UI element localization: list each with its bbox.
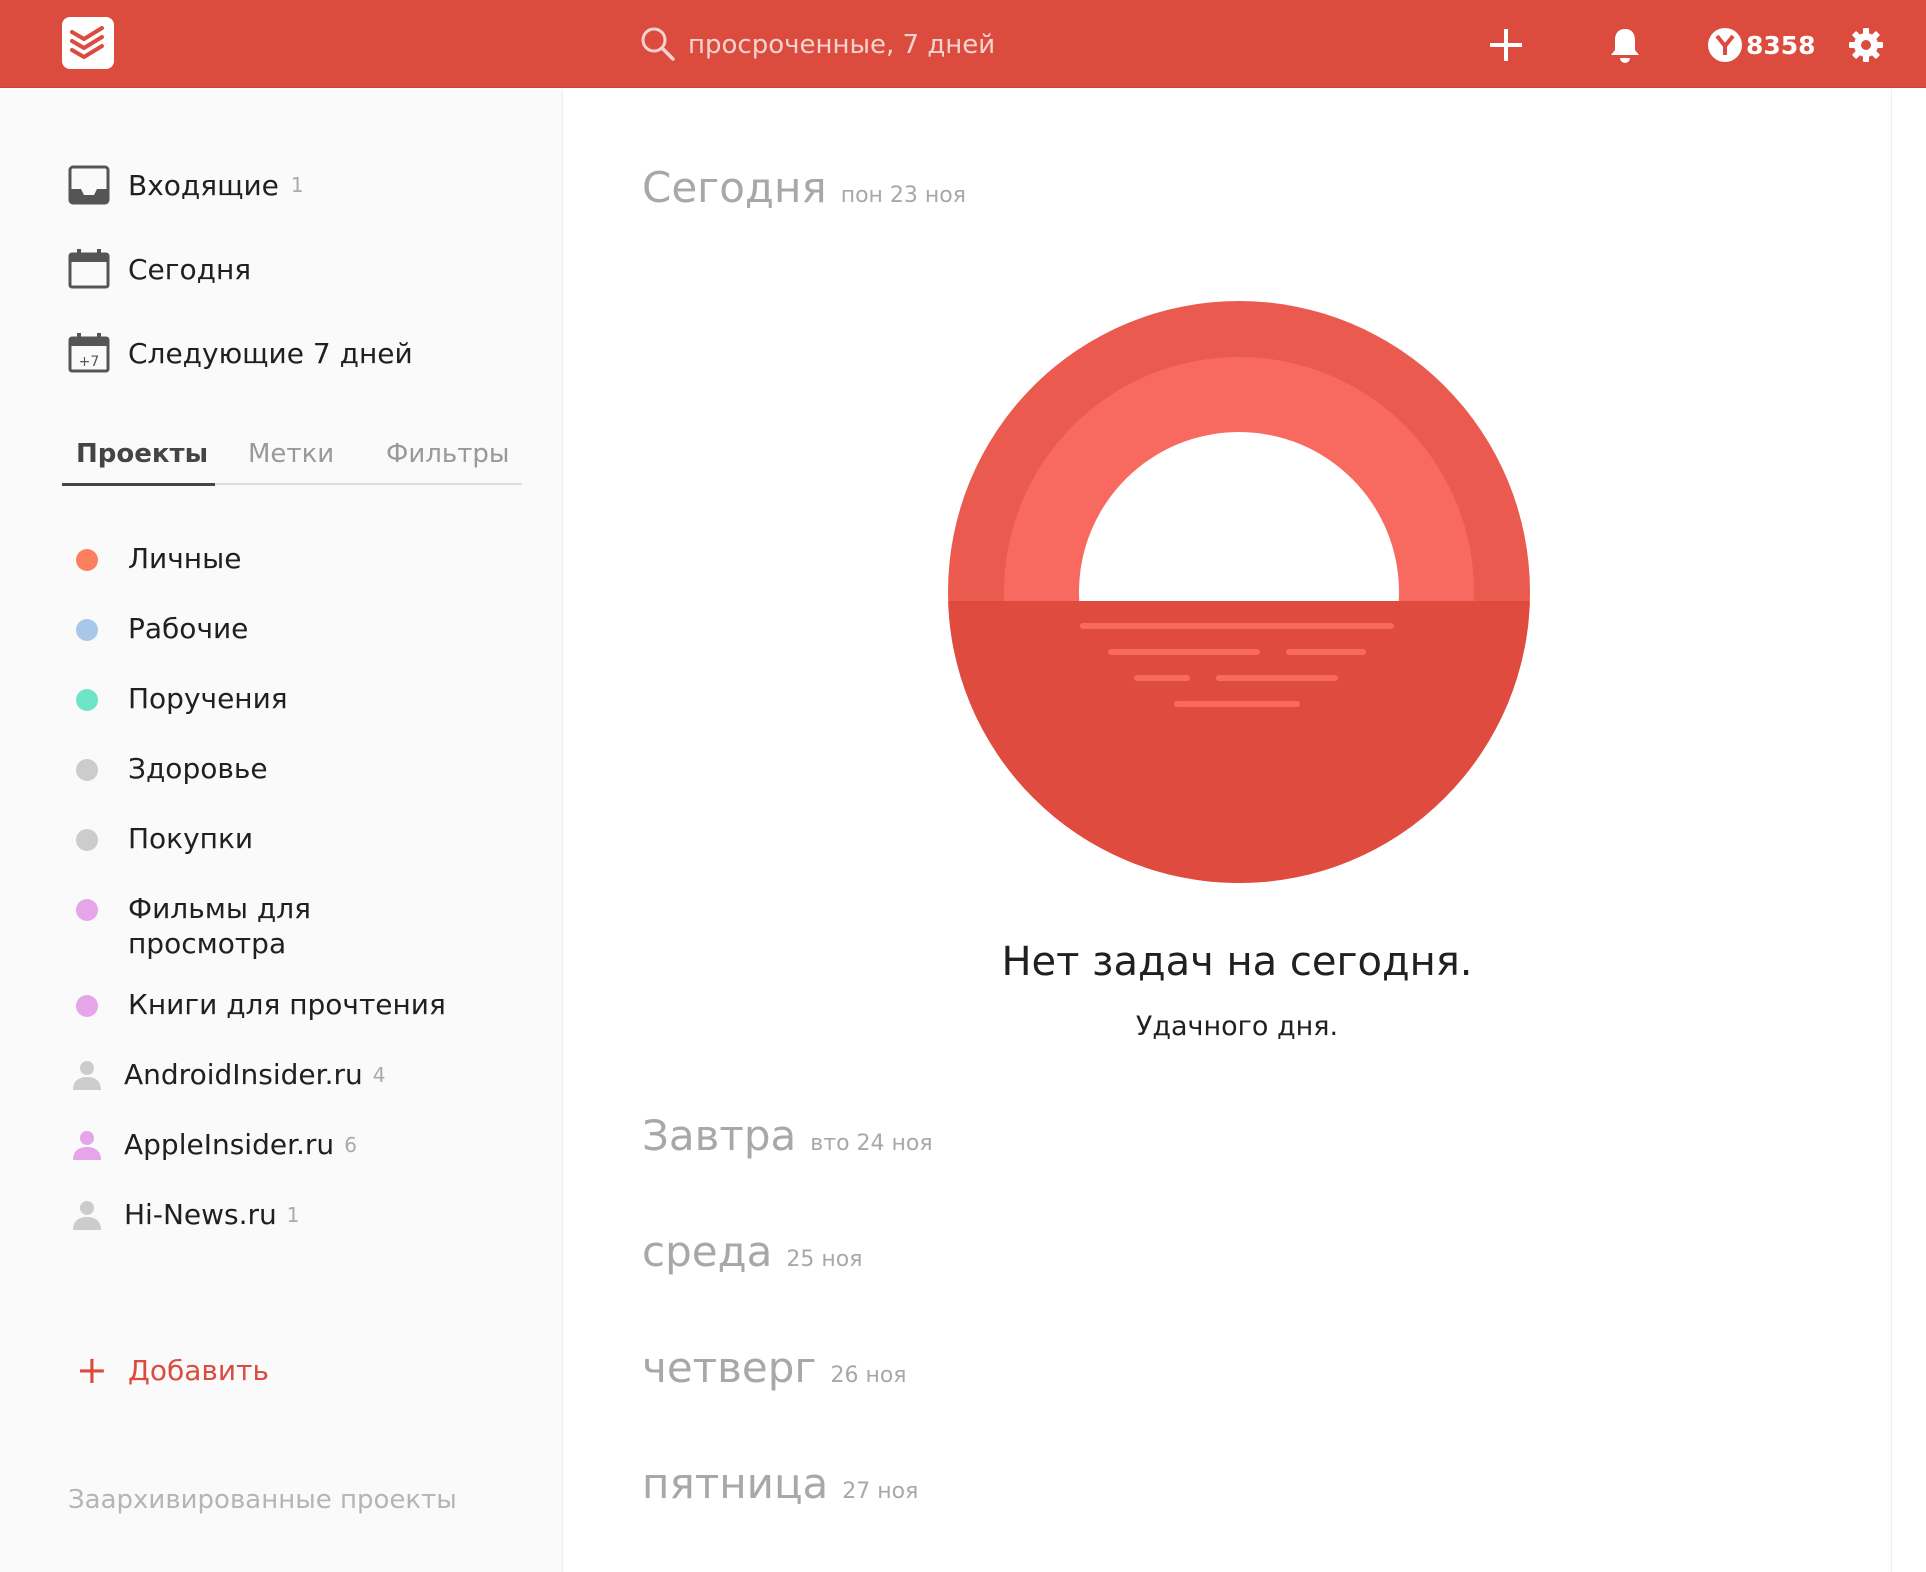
day-header: пятница 27 ноя (642, 1459, 918, 1508)
plus-icon (1490, 29, 1522, 61)
tab-labels[interactable]: Метки (234, 439, 348, 485)
calendar-plus7-icon: +7 (68, 333, 110, 373)
nav-today[interactable]: Сегодня (68, 247, 251, 291)
top-bar: 8358 (0, 0, 1926, 88)
main-content: Сегодня пон 23 ноя Нет задач на сегодня.… (564, 89, 1892, 1572)
project-color-dot (76, 689, 98, 711)
nav-inbox[interactable]: Входящие 1 (68, 163, 304, 207)
day-name: четверг (642, 1343, 817, 1392)
project-count: 1 (286, 1203, 300, 1227)
shared-project-icon (73, 1061, 101, 1090)
sidebar-tabs: Проекты Метки Фильтры (62, 439, 523, 486)
calendar-icon (68, 249, 110, 289)
plus-icon: + (76, 1348, 108, 1392)
nav-label: Следующие 7 дней (128, 336, 413, 370)
day-name: Завтра (642, 1111, 797, 1160)
karma-score: 8358 (1746, 30, 1816, 60)
nav-count: 1 (290, 173, 304, 197)
project-item[interactable]: Hi-News.ru 1 (73, 1197, 300, 1234)
search-box (640, 24, 1140, 66)
project-color-dot (76, 619, 98, 641)
nav-next-7-days[interactable]: +7 Следующие 7 дней (68, 331, 413, 375)
project-label: Книги для прочтения (128, 988, 446, 1021)
tab-projects[interactable]: Проекты (62, 439, 215, 486)
karma-button[interactable]: 8358 (1708, 26, 1816, 64)
day-name: пятница (642, 1459, 829, 1508)
project-color-dot (76, 549, 98, 571)
day-date: 27 ноя (842, 1479, 919, 1504)
sidebar: Входящие 1 Сегодня +7 Следующие 7 дней П… (0, 89, 563, 1572)
project-label: Рабочие (128, 612, 249, 645)
project-item[interactable]: Книги для прочтения (76, 987, 446, 1022)
project-label: Поручения (128, 682, 288, 715)
project-label: AppleInsider.ru (124, 1128, 335, 1161)
day-name: среда (642, 1227, 773, 1276)
project-item[interactable]: Здоровье (76, 751, 268, 786)
notifications-button[interactable] (1602, 22, 1648, 68)
project-label: AndroidInsider.ru (124, 1058, 363, 1091)
day-header: Завтра вто 24 ноя (642, 1111, 933, 1160)
settings-button[interactable] (1843, 22, 1889, 68)
empty-state-subtitle: Удачного дня. (1135, 1011, 1339, 1042)
project-label: Фильмы для просмотра (128, 892, 311, 960)
project-item[interactable]: Поручения (76, 681, 288, 716)
project-item[interactable]: Рабочие (76, 611, 248, 646)
karma-icon (1708, 28, 1742, 62)
project-count: 6 (344, 1133, 357, 1157)
search-icon[interactable] (640, 26, 676, 66)
project-item[interactable]: Покупки (76, 821, 253, 856)
add-project-button[interactable]: + Добавить (76, 1351, 269, 1389)
day-header: среда 25 ноя (642, 1227, 862, 1276)
project-item[interactable]: AndroidInsider.ru 4 (73, 1057, 386, 1094)
project-count: 4 (372, 1063, 386, 1087)
day-header-today: Сегодня пон 23 ноя (642, 163, 966, 212)
sunset-illustration-icon (948, 301, 1530, 883)
calendar-plus7-label: +7 (79, 354, 100, 370)
project-label: Покупки (128, 822, 254, 855)
shared-project-icon (73, 1131, 101, 1160)
add-project-label: Добавить (128, 1353, 269, 1387)
project-color-dot (76, 899, 98, 921)
day-date: 26 ноя (830, 1363, 907, 1388)
gear-icon (1849, 28, 1883, 62)
project-item[interactable]: AppleInsider.ru 6 (73, 1127, 357, 1164)
day-date: 25 ноя (786, 1247, 863, 1272)
project-label: Личные (128, 542, 242, 575)
project-color-dot (76, 759, 98, 781)
project-item[interactable]: Фильмы для просмотра (76, 891, 328, 961)
todoist-logo-icon[interactable] (62, 17, 114, 69)
inbox-icon (68, 165, 110, 205)
day-date: пон 23 ноя (840, 183, 966, 208)
project-label: Hi-News.ru (124, 1198, 277, 1231)
search-input[interactable] (688, 24, 1128, 66)
add-task-button[interactable] (1483, 22, 1529, 68)
nav-label: Входящие (128, 168, 279, 202)
project-label: Здоровье (128, 752, 268, 785)
bell-icon (1611, 29, 1639, 63)
project-item[interactable]: Личные (76, 541, 241, 576)
day-name: Сегодня (642, 163, 827, 212)
tab-filters[interactable]: Фильтры (372, 439, 523, 485)
day-date: вто 24 ноя (810, 1131, 933, 1156)
empty-state-title: Нет задач на сегодня. (1001, 939, 1473, 985)
day-header: четверг 26 ноя (642, 1343, 907, 1392)
project-color-dot (76, 995, 98, 1017)
archived-projects-link[interactable]: Заархивированные проекты (68, 1485, 457, 1515)
project-color-dot (76, 829, 98, 851)
shared-project-icon (73, 1201, 101, 1230)
nav-label: Сегодня (128, 252, 252, 286)
